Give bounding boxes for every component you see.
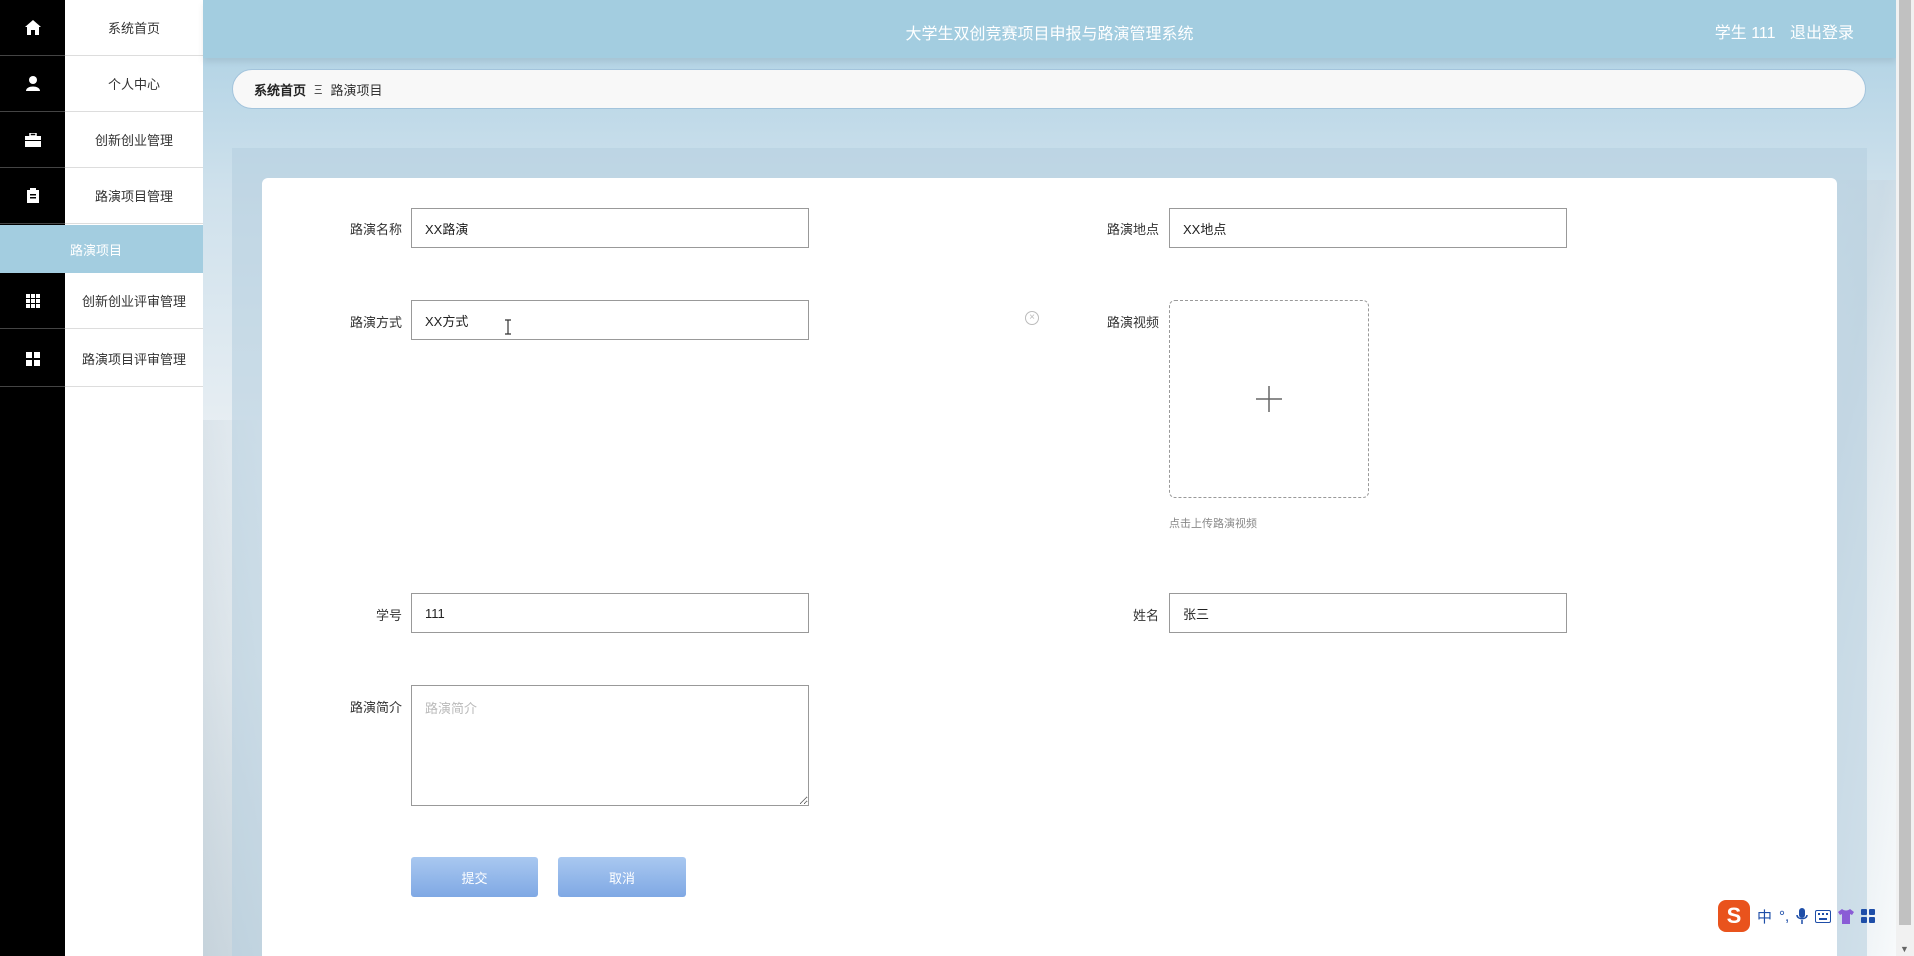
current-user: 学生 111 [1714, 25, 1776, 42]
sidebar-item-label: 个人中心 [65, 56, 203, 112]
system-title: 大学生双创竞赛项目申报与路演管理系统 [905, 26, 1194, 43]
toolbox-icon[interactable] [1861, 909, 1876, 923]
text-cursor-icon [505, 319, 511, 335]
roadshow-name-input[interactable] [411, 208, 809, 248]
sidebar-subitem-roadshow-project[interactable]: 路演项目 [0, 225, 203, 273]
user-area: 学生 111 退出登录 [1705, 19, 1854, 43]
student-name-label: 姓名 [1132, 608, 1159, 623]
roadshow-video-label: 路演视频 [1106, 315, 1159, 330]
ime-punctuation-toggle[interactable]: °, [1779, 908, 1789, 925]
roadshow-method-label: 路演方式 [349, 315, 402, 330]
video-upload-box[interactable] [1169, 300, 1369, 498]
submit-button[interactable]: 提交 [411, 857, 538, 897]
video-upload-hint: 点击上传路演视频 [1169, 518, 1257, 530]
top-header: 大学生双创竞赛项目申报与路演管理系统 学生 111 退出登录 [203, 0, 1896, 58]
microphone-icon[interactable] [1796, 908, 1808, 924]
sidebar-item-label: 系统首页 [65, 0, 203, 56]
ime-language-toggle[interactable]: 中 [1757, 906, 1772, 927]
roadshow-intro-textarea[interactable] [411, 685, 809, 806]
breadcrumb: 系统首页 Ξ 路演项目 [232, 69, 1866, 109]
roadshow-location-input[interactable] [1169, 208, 1567, 248]
cancel-button[interactable]: 取消 [558, 857, 686, 897]
student-id-label: 学号 [375, 608, 402, 623]
roadshow-intro-label: 路演简介 [349, 700, 402, 715]
breadcrumb-current: 路演项目 [330, 82, 383, 98]
roadshow-location-label: 路演地点 [1106, 222, 1159, 237]
breadcrumb-separator: Ξ [314, 81, 323, 97]
briefcase-icon [0, 112, 65, 168]
logout-link[interactable]: 退出登录 [1790, 25, 1854, 42]
page-scrollbar[interactable]: ▼ [1896, 0, 1914, 956]
skin-icon[interactable] [1838, 908, 1855, 924]
sidebar-item-label: 创新创业管理 [65, 112, 203, 168]
sidebar-item-personal-center[interactable]: 个人中心 [0, 56, 203, 112]
sidebar-item-innovation-review[interactable]: 创新创业评审管理 [0, 273, 203, 329]
scrollbar-thumb[interactable] [1899, 0, 1911, 925]
apps-icon [0, 331, 65, 387]
sidebar-item-label: 路演项目评审管理 [65, 331, 203, 387]
sidebar-item-home[interactable]: 系统首页 [0, 0, 203, 56]
breadcrumb-home[interactable]: 系统首页 [254, 80, 306, 99]
sidebar-item-roadshow-review[interactable]: 路演项目评审管理 [0, 331, 203, 387]
roadshow-method-input[interactable] [411, 300, 809, 340]
keyboard-icon[interactable] [1815, 909, 1832, 923]
sidebar-item-roadshow-management[interactable]: 路演项目管理 [0, 168, 203, 224]
student-id-input[interactable] [411, 593, 809, 633]
sogou-logo-icon[interactable]: S [1718, 900, 1750, 932]
student-name-input[interactable] [1169, 593, 1567, 633]
form-card [262, 178, 1837, 956]
sidebar-item-label: 创新创业评审管理 [65, 273, 203, 329]
sidebar-item-innovation-management[interactable]: 创新创业管理 [0, 112, 203, 168]
ime-toolbar: S 中 °, [1718, 898, 1896, 934]
plus-icon [1256, 386, 1282, 412]
grid-icon [0, 273, 65, 329]
user-icon [0, 56, 65, 112]
sidebar-subitem-label: 路演项目 [70, 242, 123, 258]
home-icon [0, 0, 65, 56]
clear-icon[interactable]: × [1025, 311, 1039, 325]
clipboard-icon [0, 168, 65, 224]
scroll-down-arrow-icon[interactable]: ▼ [1900, 944, 1909, 954]
roadshow-name-label: 路演名称 [349, 222, 402, 237]
sidebar-item-label: 路演项目管理 [65, 168, 203, 224]
